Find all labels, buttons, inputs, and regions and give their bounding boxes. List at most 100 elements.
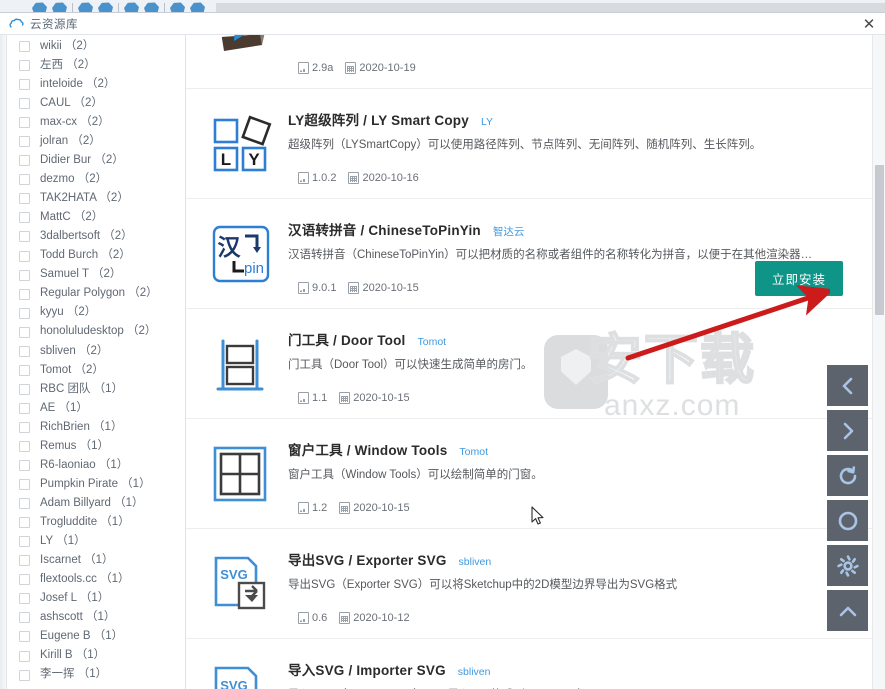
author-filter-checkbox[interactable] [19, 536, 30, 548]
author-filter-item[interactable]: RBC 团队 （1） [19, 380, 185, 399]
author-filter-checkbox[interactable] [19, 402, 30, 414]
plugin-title[interactable]: 汉语转拼音 / ChineseToPinYin [288, 219, 481, 239]
author-filter-item[interactable]: Todd Burch （2） [19, 247, 185, 266]
author-filter-item[interactable]: Iscarnet （1） [19, 551, 185, 570]
author-filter-item[interactable]: wikii （2） [19, 37, 185, 56]
author-filter-item[interactable]: ashscott （1） [19, 608, 185, 627]
author-filter-checkbox[interactable] [19, 498, 30, 510]
author-filter-item[interactable]: Tomot （2） [19, 361, 185, 380]
author-filter-item[interactable]: MattC （2） [19, 208, 185, 227]
plugin-author-link[interactable]: 智达云 [493, 224, 525, 239]
plugin-title[interactable]: LY超级阵列 / LY Smart Copy [288, 109, 469, 129]
toolbar-icon-6[interactable] [144, 2, 159, 12]
author-filter-checkbox[interactable] [19, 441, 30, 452]
author-filter-checkbox[interactable] [19, 98, 30, 110]
author-filter-checkbox[interactable] [19, 288, 30, 300]
plugin-title[interactable]: 窗户工具 / Window Tools [288, 439, 447, 459]
author-filter-item[interactable]: flextools.cc （1） [19, 570, 185, 589]
author-filter-item[interactable]: Trogluddite （1） [19, 513, 185, 532]
toolbar-icon-8[interactable] [190, 2, 205, 12]
author-filter-checkbox[interactable] [19, 41, 30, 53]
toolbar-icon-7[interactable] [170, 2, 185, 12]
plugin-title[interactable]: 导出SVG / Exporter SVG [288, 549, 447, 569]
close-icon[interactable]: ✕ [859, 14, 879, 34]
vertical-scrollbar-thumb[interactable] [875, 165, 884, 315]
author-filter-checkbox[interactable] [19, 593, 30, 605]
plugin-row[interactable]: 门工具 / Door Tool Tomot 门工具（Door Tool）可以快速生成… [186, 309, 885, 419]
plugin-author-link[interactable]: sbliven [459, 556, 492, 568]
plugin-author-link[interactable]: Tomot [459, 446, 488, 458]
author-filter-checkbox[interactable] [19, 307, 30, 319]
author-filter-item[interactable]: R6-laoniao （1） [19, 456, 185, 475]
author-filter-item[interactable]: Regular Polygon （2） [19, 285, 185, 304]
plugin-author-link[interactable]: sbliven [458, 666, 491, 678]
author-filter-item[interactable]: Didier Bur （2） [19, 151, 185, 170]
author-filter-item[interactable]: CAUL （2） [19, 94, 185, 113]
toolbar-icon-3[interactable] [78, 2, 93, 12]
scroll-top-button[interactable] [827, 590, 868, 631]
vertical-scrollbar[interactable] [872, 35, 885, 689]
author-filter-item[interactable]: TAK2HATA （2） [19, 189, 185, 208]
author-filter-checkbox[interactable] [19, 479, 30, 491]
author-filter-checkbox[interactable] [19, 612, 30, 624]
author-filter-item[interactable]: RichBrien （1） [19, 418, 185, 437]
author-filter-item[interactable]: AE （1） [19, 399, 185, 418]
author-filter-item[interactable]: 李一挥 （1） [19, 666, 185, 685]
author-filter-item[interactable]: Adam Billyard （1） [19, 494, 185, 513]
install-button[interactable]: 立即安装 [754, 261, 843, 296]
author-filter-item[interactable]: Remus （1） [19, 437, 185, 456]
author-filter-checkbox[interactable] [19, 136, 30, 148]
author-filter-checkbox[interactable] [19, 117, 30, 129]
author-filter-checkbox[interactable] [19, 460, 30, 472]
author-filter-item[interactable]: max-cx （2） [19, 113, 185, 132]
author-filter-item[interactable]: Eugene B （1） [19, 627, 185, 646]
author-filter-checkbox[interactable] [19, 555, 30, 567]
author-filter-checkbox[interactable] [19, 383, 30, 395]
author-filter-checkbox[interactable] [19, 364, 30, 376]
refresh-button[interactable] [827, 455, 868, 496]
next-button[interactable] [827, 410, 868, 451]
author-filter-item[interactable]: Kirill B （1） [19, 647, 185, 666]
author-filter-item[interactable]: sbliven （2） [19, 342, 185, 361]
author-filter-item[interactable]: Samuel T （2） [19, 266, 185, 285]
author-filter-item[interactable]: 3dalbertsoft （2） [19, 227, 185, 246]
author-filter-checkbox[interactable] [19, 650, 30, 662]
author-filter-checkbox[interactable] [19, 250, 30, 262]
author-filter-checkbox[interactable] [19, 79, 30, 91]
plugin-row[interactable]: 窗户工具 / Window Tools Tomot 窗户工具（Window Tool… [186, 419, 885, 529]
author-filter-checkbox[interactable] [19, 631, 30, 643]
author-filter-item[interactable]: dezmo （2） [19, 170, 185, 189]
plugin-row[interactable]: 汉 pin 汉语转拼音 / ChineseToPinYin 智达云 汉语转拼音（Chin… [186, 199, 885, 309]
author-filter-checkbox[interactable] [19, 212, 30, 224]
author-filter-checkbox[interactable] [19, 155, 30, 167]
toolbar-icon-4[interactable] [98, 2, 113, 12]
author-filter-checkbox[interactable] [19, 517, 30, 529]
author-filter-checkbox[interactable] [19, 193, 30, 205]
plugin-title[interactable]: 导入SVG / Importer SVG [288, 659, 446, 679]
author-filter-item[interactable]: 左西 （2） [19, 56, 185, 75]
author-filter-item[interactable]: Josef L （1） [19, 589, 185, 608]
plugin-row[interactable]: SVG导入SVG / Importer SVGsbliven导入SVG（Impo… [186, 639, 885, 689]
author-filter-checkbox[interactable] [19, 345, 30, 357]
stop-button[interactable] [827, 500, 868, 541]
author-filter-item[interactable]: LY （1） [19, 532, 185, 551]
plugin-row[interactable]: 2.9a 2020-10-19 [186, 35, 885, 89]
author-filter-checkbox[interactable] [19, 421, 30, 433]
author-filter-item[interactable]: inteloide （2） [19, 75, 185, 94]
plugin-author-link[interactable]: LY [481, 116, 493, 128]
author-filter-item[interactable]: Pumpkin Pirate （1） [19, 475, 185, 494]
author-filter-checkbox[interactable] [19, 669, 30, 681]
plugin-row[interactable]: L Y LY超级阵列 / LY Smart Copy LY 超级阵列（LYSmartCo… [186, 89, 885, 199]
author-filter-item[interactable]: kyyu （2） [19, 304, 185, 323]
previous-button[interactable] [827, 365, 868, 406]
author-filter-checkbox[interactable] [19, 269, 30, 281]
author-filter-checkbox[interactable] [19, 326, 30, 338]
author-filter-checkbox[interactable] [19, 174, 30, 186]
toolbar-icon-5[interactable] [124, 2, 139, 12]
author-filter-checkbox[interactable] [19, 574, 30, 586]
author-filter-checkbox[interactable] [19, 60, 30, 72]
plugin-author-link[interactable]: Tomot [418, 336, 447, 348]
plugin-title[interactable]: 门工具 / Door Tool [288, 329, 406, 349]
settings-button[interactable] [827, 545, 868, 586]
author-filter-item[interactable]: honoluludesktop （2） [19, 323, 185, 342]
